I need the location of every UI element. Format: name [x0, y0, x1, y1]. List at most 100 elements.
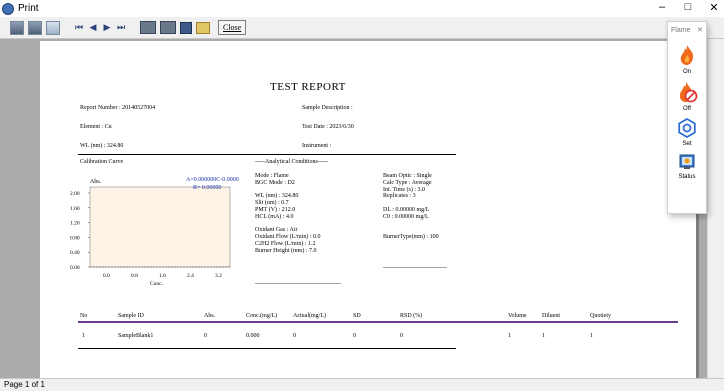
- report-page: TEST REPORT Report Number : 20140527004 …: [40, 41, 696, 378]
- condition-line: Beam Optic : Single: [383, 173, 432, 179]
- calibration-chart: Abs. A=0.000000C-0.0000 R= 0.00000 2.00 1…: [70, 177, 239, 287]
- table-cell: 1: [508, 333, 511, 339]
- toolbar: ⏮ ◀ ▶ ⏭ Close: [0, 17, 724, 39]
- flame-on-label: On: [682, 69, 691, 75]
- flame-off-icon: [679, 82, 698, 103]
- maximize-button[interactable]: □: [682, 1, 694, 14]
- status-bar: Page 1 of 1: [0, 378, 724, 391]
- condition-line: HCL (mA) : 4.0: [255, 213, 294, 220]
- condition-line: BurnerType(mm) : 100: [383, 234, 439, 241]
- condition-line: Int. Time (s) : 3.0: [383, 186, 426, 193]
- print-setup-icon[interactable]: [160, 21, 176, 34]
- conditions-dashes: ----------------------------------------…: [255, 281, 341, 287]
- analytical-conditions-header: -----Analytical Conditions-----: [255, 159, 328, 165]
- single-page-icon[interactable]: [10, 20, 24, 35]
- app-icon: [2, 2, 14, 15]
- chart-ylabel: Abs.: [90, 179, 102, 185]
- gear-icon: [678, 118, 696, 138]
- last-page-button[interactable]: ⏭: [116, 22, 126, 33]
- table-header-cell: Conc.(mg/L): [246, 313, 278, 319]
- chart-r-value: R= 0.00000: [193, 185, 221, 191]
- test-date: Test Date : 2023/6/30: [302, 124, 354, 130]
- condition-line: PMT (V) : 212.0: [255, 206, 296, 213]
- chart-ytick-label: 0.40: [70, 250, 80, 256]
- header-rule: [78, 154, 456, 155]
- table-header-cell: Actual(mg/L): [293, 313, 326, 319]
- condition-line: DL : 0.00000 mg/L: [383, 206, 430, 213]
- chart-xtick-label: 0.8: [131, 273, 138, 279]
- chart-xtick-label: 2.4: [187, 273, 194, 279]
- flame-panel: Flame ✕ On Off Set Status: [667, 21, 707, 214]
- condition-line: C0 : 0.00000 mg/L: [383, 213, 429, 220]
- table-cell: 0: [400, 333, 403, 339]
- condition-line: BGC Mode : D2: [255, 179, 295, 186]
- chart-xtick-label: 0.0: [103, 273, 110, 279]
- report-title: TEST REPORT: [270, 81, 346, 93]
- table-cell: 0.000: [246, 333, 260, 339]
- flame-status-label: Status: [678, 174, 696, 180]
- chart-ytick-label: 0.00: [70, 265, 80, 271]
- window-title: Print: [18, 3, 39, 14]
- chart-ytick-label: 2.00: [70, 191, 80, 197]
- chart-ytick-label: 1.60: [70, 206, 80, 212]
- open-folder-icon[interactable]: [196, 21, 210, 34]
- chart-plot-area: [89, 186, 231, 268]
- table-header-cell: Sample ID: [118, 313, 144, 319]
- chart-xtick-label: 3.2: [215, 273, 222, 279]
- two-page-icon[interactable]: [28, 20, 42, 35]
- condition-line: [255, 221, 321, 228]
- flame-panel-close-button[interactable]: ✕: [697, 26, 703, 34]
- table-cell: 0: [204, 333, 207, 339]
- conditions-col2: Beam Optic : Single Calc Type : Average In…: [383, 173, 439, 241]
- table-header-cell: RSD (%): [400, 313, 423, 319]
- table-header-cell: Quotiety: [590, 313, 611, 319]
- condition-line: Replicates : 3: [383, 193, 416, 200]
- table-cell: 0: [353, 333, 356, 339]
- close-button[interactable]: Close: [218, 20, 247, 35]
- vertical-scrollbar[interactable]: [707, 39, 724, 378]
- flame-off-button[interactable]: Off: [668, 81, 706, 112]
- sample-description: Sample Description :: [302, 105, 353, 111]
- flame-set-label: Set: [682, 141, 692, 147]
- condition-line: Slit (nm) : 0.7: [255, 200, 289, 207]
- wavelength-field: WL (nm) : 324.80: [80, 143, 124, 149]
- table-header-cell: No: [80, 313, 88, 319]
- print-icon[interactable]: [140, 21, 156, 34]
- calibration-curve-label: Calibration Curve: [80, 159, 124, 165]
- flame-on-button[interactable]: On: [668, 44, 706, 75]
- chart-xtick-label: 1.6: [159, 273, 166, 279]
- element-field: Element : Cu: [80, 124, 112, 130]
- chart-equation: A=0.000000C-0.0000: [186, 177, 239, 183]
- condition-line: [383, 200, 439, 207]
- chart-xlabel: Conc.: [150, 281, 164, 287]
- multi-page-icon[interactable]: [46, 20, 60, 35]
- close-window-button[interactable]: ✕: [708, 1, 720, 14]
- table-cell: SampleBlank1: [118, 333, 154, 339]
- prev-page-button[interactable]: ◀: [88, 22, 98, 33]
- table-cell: 1: [590, 333, 593, 339]
- next-page-button[interactable]: ▶: [102, 22, 112, 33]
- condition-line: C2H2 Flow (L/min) : 1.2: [255, 240, 316, 247]
- flame-set-button[interactable]: Set: [668, 118, 706, 147]
- table-footer-rule: [78, 348, 456, 349]
- condition-line: Mode : Flame: [255, 173, 289, 179]
- window-controls: – □ ✕: [656, 1, 720, 14]
- chart-ytick-label: 1.20: [70, 221, 80, 227]
- conditions-col1: Mode : Flame BGC Mode : D2 WL (nm) : 324.8…: [255, 173, 321, 255]
- flame-icon: [680, 45, 694, 65]
- minimize-button[interactable]: –: [656, 1, 668, 14]
- table-header-cell: Abs.: [204, 313, 216, 319]
- table-header-cell: Volume: [508, 313, 527, 319]
- condition-line: Burner Height (mm) : 7.0: [255, 247, 317, 254]
- table-header-cell: Diluent: [542, 313, 560, 319]
- report-number: Report Number : 20140527004: [80, 105, 156, 111]
- flame-status-button[interactable]: Status: [668, 153, 706, 180]
- table-cell: 0: [293, 333, 296, 339]
- window-title-bar: Print: [0, 0, 724, 17]
- condition-line: Oxidant Flow (L/min) : 0.0: [255, 234, 321, 241]
- first-page-button[interactable]: ⏮: [74, 22, 84, 33]
- table-cell: 1: [82, 333, 85, 339]
- condition-line: [383, 221, 439, 228]
- save-icon[interactable]: [180, 21, 192, 34]
- chart-ytick-label: 0.80: [70, 235, 80, 241]
